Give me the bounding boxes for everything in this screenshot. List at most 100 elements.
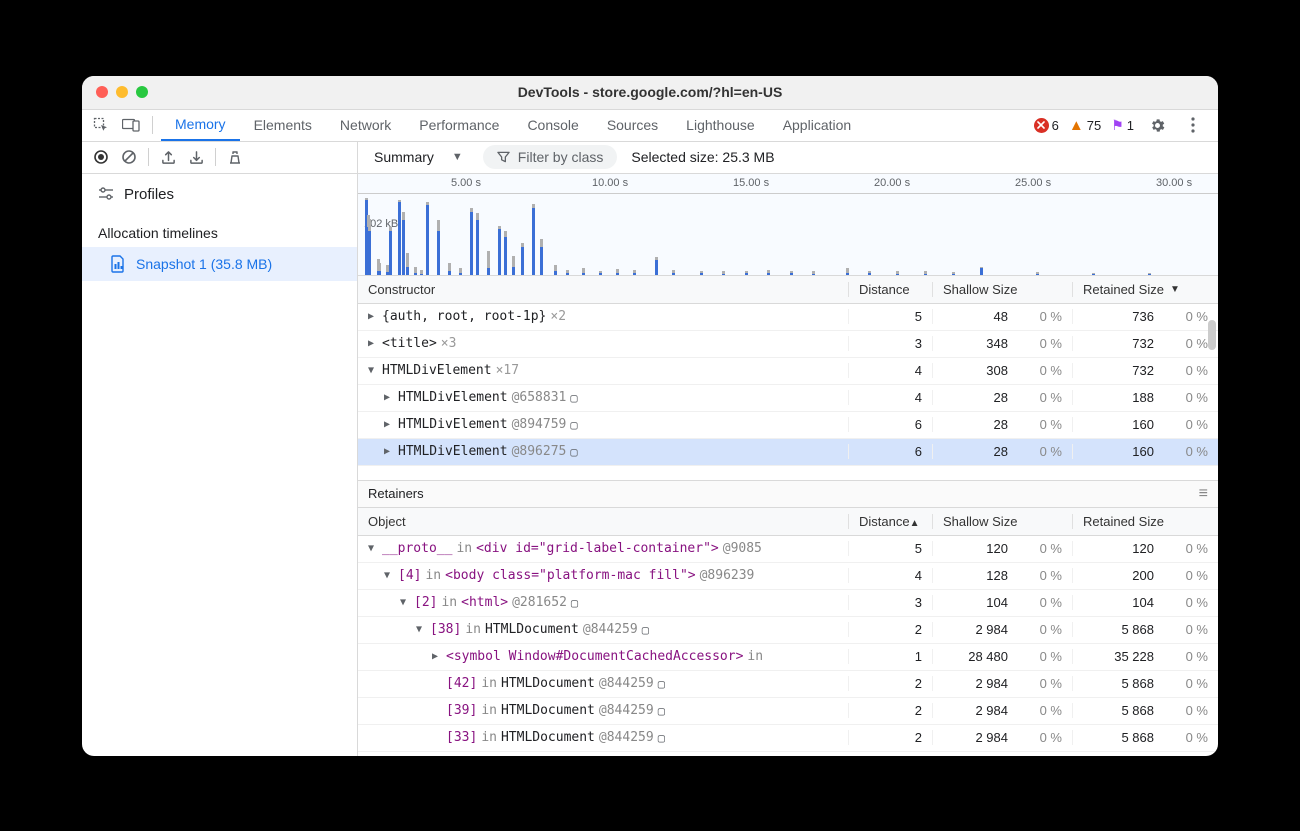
issues-count: 1 — [1127, 118, 1134, 133]
constructor-row[interactable]: ▶ HTMLDivElement @896275 ▢6280 %1600 % — [358, 439, 1218, 466]
retained-bar — [378, 271, 381, 274]
header-shallow-size-r[interactable]: Shallow Size — [932, 514, 1072, 529]
retained-bar — [476, 220, 479, 275]
tab-elements[interactable]: Elements — [240, 109, 326, 141]
scrollbar-thumb[interactable] — [1208, 320, 1216, 350]
titlebar: DevTools - store.google.com/?hl=en-US — [82, 76, 1218, 110]
popout-icon[interactable]: ▢ — [570, 418, 577, 432]
settings-gear-icon[interactable] — [1144, 112, 1170, 138]
retainer-row[interactable]: ▼ __proto__ in <div id="grid-label-conta… — [358, 536, 1218, 563]
retained-bar — [398, 202, 401, 274]
snapshot-file-icon — [110, 255, 126, 273]
constructor-row[interactable]: ▶ {auth, root, root-1p} ×25480 %7360 % — [358, 304, 1218, 331]
main-toolbar: Summary ▼ Filter by class Selected size:… — [358, 142, 1218, 174]
device-toolbar-icon[interactable] — [118, 112, 144, 138]
class-filter-input[interactable]: Filter by class — [483, 145, 618, 169]
import-button[interactable] — [183, 144, 209, 170]
retained-bar — [767, 273, 770, 275]
retained-bar — [812, 274, 815, 275]
header-retained-size-r[interactable]: Retained Size — [1072, 514, 1218, 529]
profiles-heading: Profiles — [82, 174, 357, 215]
retained-bar — [1148, 274, 1151, 275]
constructor-table-header: Constructor Distance Shallow Size Retain… — [358, 276, 1218, 304]
retainer-row[interactable]: ▼ [4] in <body class="platform-mac fill"… — [358, 563, 1218, 590]
view-mode-label: Summary — [374, 149, 434, 165]
header-distance-r[interactable]: Distance▲ — [848, 514, 932, 529]
minimize-window-button[interactable] — [116, 86, 128, 98]
errors-badge[interactable]: 6 — [1034, 118, 1059, 133]
retainer-row[interactable]: ▶ <symbol Window#DocumentCachedAccessor>… — [358, 644, 1218, 671]
tab-performance[interactable]: Performance — [405, 109, 513, 141]
panel-tabs-row: MemoryElementsNetworkPerformanceConsoleS… — [82, 110, 1218, 142]
close-window-button[interactable] — [96, 86, 108, 98]
chevron-down-icon: ▼ — [452, 151, 463, 163]
timeline-bars — [358, 194, 1218, 275]
filter-icon — [497, 151, 510, 163]
tabs-right-controls: 6 ▲ 75 ⚑ 1 — [1034, 112, 1212, 138]
zoom-window-button[interactable] — [136, 86, 148, 98]
retained-bar — [448, 271, 451, 274]
tab-network[interactable]: Network — [326, 109, 405, 141]
header-object[interactable]: Object — [358, 514, 848, 529]
hamburger-icon[interactable]: ≡ — [1199, 485, 1208, 503]
more-menu-icon[interactable] — [1180, 112, 1206, 138]
popout-icon[interactable]: ▢ — [570, 445, 577, 459]
devtools-window: DevTools - store.google.com/?hl=en-US Me… — [82, 76, 1218, 756]
warning-icon: ▲ — [1069, 117, 1084, 134]
retained-bar — [700, 273, 703, 274]
retained-bar — [633, 273, 636, 274]
retained-bar — [512, 267, 515, 275]
retainers-table-header: Object Distance▲ Shallow Size Retained S… — [358, 508, 1218, 536]
retained-bar — [532, 208, 535, 275]
retained-bar — [554, 271, 557, 274]
tab-lighthouse[interactable]: Lighthouse — [672, 109, 769, 141]
retainer-row[interactable]: [33] in HTMLDocument @844259 ▢22 9840 %5… — [358, 725, 1218, 752]
retainer-row[interactable]: ▼ [2] in <html> @281652 ▢31040 %1040 % — [358, 590, 1218, 617]
header-shallow-size[interactable]: Shallow Size — [932, 282, 1072, 297]
main-panel: Summary ▼ Filter by class Selected size:… — [358, 142, 1218, 756]
constructor-row[interactable]: ▼ HTMLDivElement ×1743080 %7320 % — [358, 358, 1218, 385]
tab-console[interactable]: Console — [513, 109, 592, 141]
popout-icon[interactable]: ▢ — [570, 391, 577, 405]
retained-bar — [470, 212, 473, 275]
retained-bar — [722, 274, 725, 275]
header-retained-size[interactable]: Retained Size ▼ — [1072, 282, 1218, 297]
warnings-badge[interactable]: ▲ 75 — [1069, 117, 1101, 134]
separator — [148, 148, 149, 166]
snapshot-item[interactable]: Snapshot 1 (35.8 MB) — [82, 247, 357, 281]
constructor-rows: ▶ {auth, root, root-1p} ×25480 %7360 %▶ … — [358, 304, 1218, 480]
retained-bar — [1092, 274, 1095, 275]
retained-bar — [868, 273, 871, 274]
retained-bar — [498, 229, 501, 274]
retainers-title: Retainers — [368, 486, 424, 501]
record-button[interactable] — [88, 144, 114, 170]
clear-button[interactable] — [116, 144, 142, 170]
tab-memory[interactable]: Memory — [161, 109, 240, 141]
inspect-element-icon[interactable] — [88, 112, 114, 138]
retainer-row[interactable]: [39] in HTMLDocument @844259 ▢22 9840 %5… — [358, 698, 1218, 725]
sidebar: Profiles Allocation timelines Snapshot 1… — [82, 142, 358, 756]
garbage-collect-button[interactable] — [222, 144, 248, 170]
header-constructor[interactable]: Constructor — [358, 282, 848, 297]
retained-bar — [437, 231, 440, 274]
allocation-timeline-chart[interactable]: 5.00 s10.00 s15.00 s20.00 s25.00 s30.00 … — [358, 174, 1218, 276]
timeline-tick: 5.00 s — [451, 177, 481, 189]
warnings-count: 75 — [1087, 118, 1101, 133]
view-mode-dropdown[interactable]: Summary ▼ — [368, 147, 469, 167]
traffic-lights — [96, 86, 148, 98]
retainer-row[interactable]: ▼ [38] in HTMLDocument @844259 ▢22 9840 … — [358, 617, 1218, 644]
export-button[interactable] — [155, 144, 181, 170]
retainer-rows: ▼ __proto__ in <div id="grid-label-conta… — [358, 536, 1218, 756]
retainers-section-header: Retainers ≡ — [358, 480, 1218, 508]
constructor-row[interactable]: ▶ HTMLDivElement @894759 ▢6280 %1600 % — [358, 412, 1218, 439]
retained-bar — [846, 273, 849, 275]
constructor-row[interactable]: ▶ <title> ×333480 %7320 % — [358, 331, 1218, 358]
header-distance[interactable]: Distance — [848, 282, 932, 297]
tab-application[interactable]: Application — [769, 109, 866, 141]
retained-bar — [1036, 274, 1039, 275]
constructor-row[interactable]: ▶ HTMLDivElement @658831 ▢4280 %1880 % — [358, 385, 1218, 412]
retainer-row[interactable]: [42] in HTMLDocument @844259 ▢22 9840 %5… — [358, 671, 1218, 698]
tab-sources[interactable]: Sources — [593, 109, 672, 141]
allocation-timelines-label: Allocation timelines — [82, 215, 357, 247]
issues-badge[interactable]: ⚑ 1 — [1111, 117, 1134, 134]
